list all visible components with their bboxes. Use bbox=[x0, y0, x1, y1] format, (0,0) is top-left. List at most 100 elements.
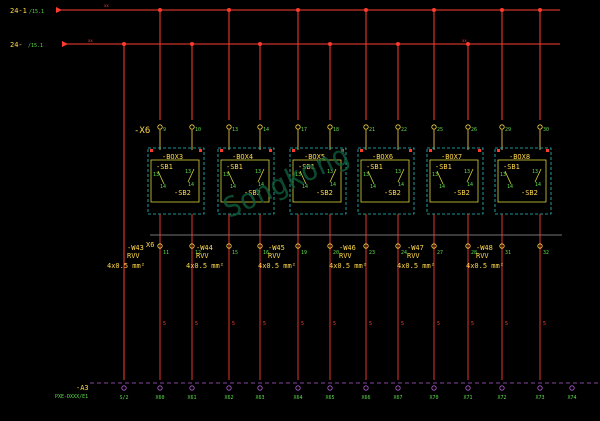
wire-label: 5 bbox=[301, 321, 304, 327]
io-terminal bbox=[295, 385, 301, 391]
io-terminal bbox=[431, 385, 437, 391]
bus-mark: xx bbox=[88, 38, 93, 43]
terminal-strip-label: X6 bbox=[146, 241, 154, 249]
sb1-label: -SB1 bbox=[366, 163, 383, 171]
io-terminal-label: X70 bbox=[429, 395, 438, 401]
cable-type: RVV bbox=[476, 252, 489, 260]
corner-mark bbox=[269, 149, 272, 152]
terminal-number: 22 bbox=[401, 127, 407, 133]
terminal-number: 19 bbox=[301, 250, 307, 256]
sb1-label: -SB1 bbox=[435, 163, 452, 171]
io-terminal-label: X63 bbox=[255, 395, 264, 401]
box-name: -BOX8 bbox=[509, 153, 530, 161]
contact-number: 13 bbox=[464, 169, 470, 175]
junction-dot bbox=[227, 8, 231, 12]
terminal-number: 10 bbox=[195, 127, 201, 133]
corner-mark bbox=[546, 149, 549, 152]
io-terminal-label: X64 bbox=[293, 395, 302, 401]
terminal-number: 31 bbox=[505, 250, 511, 256]
terminal bbox=[257, 124, 263, 130]
io-terminal bbox=[537, 385, 543, 391]
corner-mark bbox=[220, 149, 223, 152]
sb1-label: -SB1 bbox=[503, 163, 520, 171]
cable-name: -W45 bbox=[268, 244, 285, 252]
contact-number: 14 bbox=[398, 182, 404, 188]
io-terminal-label: X62 bbox=[224, 395, 233, 401]
cable-spec: 4x0.5 mm² bbox=[397, 262, 435, 270]
wire-label: 5 bbox=[505, 321, 508, 327]
bus-mark: xx bbox=[104, 3, 109, 8]
device-name: -A3 bbox=[76, 384, 89, 392]
terminal bbox=[295, 124, 301, 130]
box-name: -BOX6 bbox=[372, 153, 393, 161]
cable-spec: 4x0.5 mm² bbox=[186, 262, 224, 270]
terminal bbox=[537, 124, 543, 130]
schematic-canvas: 24-1/15.124-/15.1xxxx xx-X6X69 10 13 14 17 18 2… bbox=[10, 3, 600, 401]
terminal-number: 32 bbox=[543, 250, 549, 256]
corner-mark bbox=[199, 149, 202, 152]
contact-number: 13 bbox=[500, 172, 506, 178]
io-terminal bbox=[121, 385, 127, 391]
io-terminal bbox=[189, 385, 195, 391]
io-terminal-label: X66 bbox=[361, 395, 370, 401]
box-name: -BOX4 bbox=[232, 153, 253, 161]
wire-label: 5 bbox=[195, 321, 198, 327]
junction-dot bbox=[328, 42, 332, 46]
box-name: -BOX3 bbox=[162, 153, 183, 161]
io-terminal-label: X61 bbox=[187, 395, 196, 401]
cable-name: -W47 bbox=[407, 244, 424, 252]
bus-ref: /15.1 bbox=[28, 43, 43, 49]
io-terminal-label: X60 bbox=[155, 395, 164, 401]
wire-label: 5 bbox=[263, 321, 266, 327]
sb2-label: -SB2 bbox=[316, 189, 333, 197]
io-terminal bbox=[395, 385, 401, 391]
terminal-number: 30 bbox=[543, 127, 549, 133]
terminal-number: 9 bbox=[163, 127, 166, 133]
junction-dot bbox=[432, 8, 436, 12]
cable-name: -W44 bbox=[196, 244, 213, 252]
contact-number: 14 bbox=[439, 184, 445, 190]
terminal-number: 26 bbox=[471, 127, 477, 133]
io-terminal bbox=[327, 385, 333, 391]
contact-number: 13 bbox=[395, 169, 401, 175]
junction-dot bbox=[500, 8, 504, 12]
corner-mark bbox=[150, 149, 153, 152]
sb2-label: -SB2 bbox=[174, 189, 191, 197]
wire-label: 5 bbox=[437, 321, 440, 327]
terminal-number: 13 bbox=[232, 127, 238, 133]
io-terminal bbox=[465, 385, 471, 391]
terminal-number: 29 bbox=[505, 127, 511, 133]
cable-spec: 4x0.5 mm² bbox=[107, 262, 145, 270]
contact-number: 14 bbox=[370, 184, 376, 190]
terminal bbox=[499, 124, 505, 130]
corner-mark bbox=[478, 149, 481, 152]
bus-name: 24- bbox=[10, 41, 23, 49]
corner-mark bbox=[292, 149, 295, 152]
io-terminal-label: X67 bbox=[393, 395, 402, 401]
contact-number: 13 bbox=[255, 169, 261, 175]
terminal bbox=[157, 124, 163, 130]
terminal-number: 27 bbox=[437, 250, 443, 256]
sb1-label: -SB1 bbox=[226, 163, 243, 171]
io-terminal-label: X74 bbox=[567, 395, 576, 401]
io-terminal bbox=[363, 385, 369, 391]
corner-mark bbox=[360, 149, 363, 152]
wire-label: 5 bbox=[543, 321, 546, 327]
cable-spec: 4x0.5 mm² bbox=[329, 262, 367, 270]
contact-number: 13 bbox=[532, 169, 538, 175]
junction-dot bbox=[296, 8, 300, 12]
wire-label: 5 bbox=[232, 321, 235, 327]
terminal-number: 17 bbox=[301, 127, 307, 133]
terminal-number: 11 bbox=[163, 250, 169, 256]
bus-arrow bbox=[56, 7, 62, 13]
cable-spec: 4x0.5 mm² bbox=[258, 262, 296, 270]
cable-type: RVV bbox=[339, 252, 352, 260]
contact-number: 14 bbox=[535, 182, 541, 188]
cable-name: -W48 bbox=[476, 244, 493, 252]
terminal-number: 21 bbox=[369, 127, 375, 133]
terminal-number: 14 bbox=[263, 127, 269, 133]
bus-name: 24-1 bbox=[10, 7, 27, 15]
junction-dot bbox=[190, 42, 194, 46]
junction-dot bbox=[158, 8, 162, 12]
io-terminal-label: X73 bbox=[535, 395, 544, 401]
